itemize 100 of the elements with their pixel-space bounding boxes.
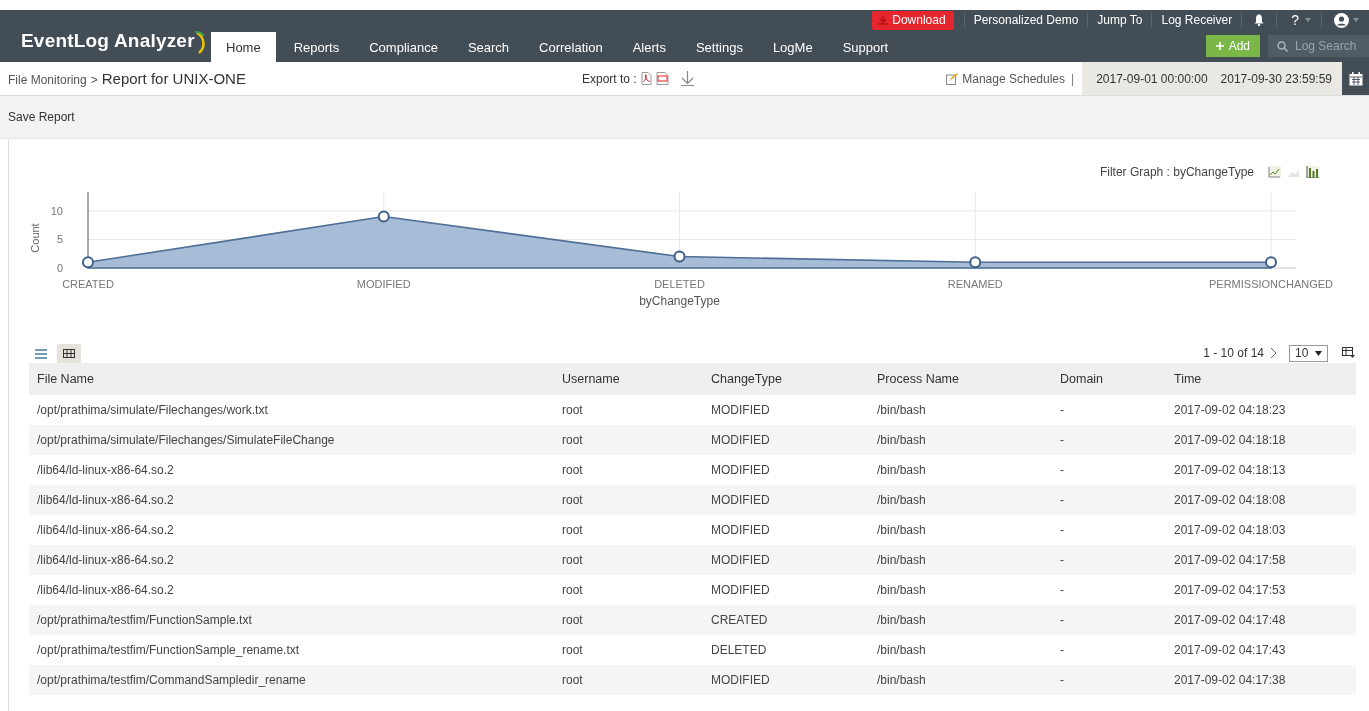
top-link[interactable]: Jump To — [1088, 13, 1152, 27]
table-cell: root — [554, 545, 703, 575]
pdf-icon[interactable] — [640, 72, 652, 85]
table-cell: /opt/prathima/testfim/CommandSampledir_rename — [29, 665, 554, 695]
table-cell: /bin/bash — [869, 575, 1052, 605]
table-cell: root — [554, 485, 703, 515]
table-cell: - — [1052, 515, 1166, 545]
edit-icon — [946, 72, 959, 85]
nav-tab[interactable]: LogMe — [757, 32, 828, 62]
filter-graph-label: Filter Graph : byChangeType — [1099, 165, 1254, 179]
table-cell: /bin/bash — [869, 395, 1052, 425]
calendar-icon[interactable] — [1348, 71, 1363, 86]
manage-schedules-link[interactable]: Manage Schedules — [946, 71, 1065, 86]
table-cell: 2017-09-02 04:18:03 — [1166, 515, 1356, 545]
table-cell: /bin/bash — [869, 665, 1052, 695]
top-link[interactable]: Personalized Demo — [964, 13, 1088, 27]
data-point[interactable] — [1265, 256, 1277, 269]
log-search-field[interactable]: Log Search — [1268, 35, 1369, 57]
caret-icon — [1353, 18, 1359, 22]
table-cell: 2017-09-02 04:17:48 — [1166, 605, 1356, 635]
pagination-label: 1 - 10 of 14 — [1203, 346, 1264, 360]
table-cell: root — [554, 605, 703, 635]
save-report-link[interactable]: Save Report — [8, 110, 75, 124]
table-cell: - — [1052, 605, 1166, 635]
table-cell: /bin/bash — [869, 605, 1052, 635]
nav-tab[interactable]: Home — [211, 32, 276, 62]
y-tick-label: 0 — [56, 262, 63, 274]
table-cell: - — [1052, 545, 1166, 575]
table-cell: /opt/prathima/testfim/FunctionSample_rename.txt — [29, 635, 554, 665]
table-cell: MODIFIED — [703, 395, 869, 425]
x-tick-label: MODIFIED — [356, 278, 411, 290]
date-range-field[interactable]: 2017-09-01 00:00:00 2017-09-30 23:59:59 — [1082, 62, 1342, 95]
column-header[interactable]: Username — [554, 363, 703, 395]
app-logo: EventLog Analyzer — [21, 30, 195, 52]
table-cell: /lib64/ld-linux-x86-64.so.2 — [29, 515, 554, 545]
help-menu[interactable]: ? — [1277, 12, 1305, 28]
column-header[interactable]: File Name — [29, 363, 554, 395]
nav-tab[interactable]: Compliance — [354, 32, 453, 62]
data-point[interactable] — [82, 256, 94, 269]
table-cell: - — [1052, 485, 1166, 515]
x-tick-label: RENAMED — [947, 278, 1003, 290]
table-cell: root — [554, 395, 703, 425]
nav-tab[interactable]: Alerts — [617, 32, 681, 62]
table-cell: DELETED — [703, 635, 869, 665]
table-cell: /lib64/ld-linux-x86-64.so.2 — [29, 455, 554, 485]
column-header[interactable]: ChangeType — [703, 363, 869, 395]
table-cell: /opt/prathima/simulate/Filechanges/SimulateFileChange — [29, 425, 554, 455]
download-icon — [878, 15, 889, 25]
csv-icon[interactable] — [655, 72, 669, 85]
user-icon[interactable] — [1334, 12, 1349, 28]
caret-icon — [1315, 350, 1322, 356]
table-cell: - — [1052, 455, 1166, 485]
table-cell: root — [554, 425, 703, 455]
table-cell: root — [554, 515, 703, 545]
download-icon[interactable] — [680, 71, 694, 86]
bell-icon[interactable] — [1254, 14, 1265, 26]
nav-tab[interactable]: Settings — [680, 32, 758, 62]
table-cell: 2017-09-02 04:18:08 — [1166, 485, 1356, 515]
grid-view-icon[interactable] — [57, 344, 81, 363]
table-cell: root — [554, 455, 703, 485]
x-tick-label: CREATED — [62, 278, 114, 290]
line-chart-icon[interactable] — [1268, 166, 1281, 178]
top-link[interactable]: Log Receiver — [1152, 13, 1242, 27]
table-cell: MODIFIED — [703, 665, 869, 695]
next-page-icon[interactable] — [1270, 347, 1277, 359]
x-tick-label: PERMISSIONCHANGED — [1208, 278, 1334, 290]
table-cell: - — [1052, 425, 1166, 455]
page-title: Report for UNIX-ONE — [101, 70, 246, 87]
nav-tab[interactable]: Correlation — [524, 32, 618, 62]
plus-icon — [1215, 42, 1224, 50]
table-cell: MODIFIED — [703, 575, 869, 605]
table-cell: root — [554, 635, 703, 665]
nav-tab[interactable]: Search — [452, 32, 525, 62]
column-header[interactable]: Domain — [1052, 363, 1166, 395]
column-header[interactable]: Process Name — [869, 363, 1052, 395]
data-point[interactable] — [673, 250, 686, 263]
separator: | — [1071, 71, 1075, 86]
table-cell: MODIFIED — [703, 515, 869, 545]
page-size-dropdown[interactable]: 10 — [1289, 344, 1328, 362]
table-cell: 2017-09-02 04:18:13 — [1166, 455, 1356, 485]
nav-tab[interactable]: Reports — [278, 32, 355, 62]
data-point[interactable] — [969, 256, 982, 269]
data-point[interactable] — [377, 210, 390, 223]
breadcrumb-link[interactable]: File Monitoring — [8, 73, 87, 87]
nav-tab[interactable]: Support — [827, 32, 904, 62]
x-tick-label: DELETED — [654, 278, 705, 290]
table-cell: - — [1052, 665, 1166, 695]
column-chooser-icon[interactable] — [1342, 347, 1355, 359]
bar-chart-icon[interactable] — [1306, 166, 1319, 178]
table-cell: MODIFIED — [703, 545, 869, 575]
table-cell: CREATED — [703, 605, 869, 635]
column-header[interactable]: Time — [1166, 363, 1356, 395]
table-cell: /bin/bash — [869, 545, 1052, 575]
table-cell: /bin/bash — [869, 455, 1052, 485]
export-label: Export to : — [582, 71, 637, 86]
table-cell: root — [554, 665, 703, 695]
download-button[interactable]: Download — [872, 10, 954, 30]
table-cell: 2017-09-02 04:17:38 — [1166, 665, 1356, 695]
table-cell: /lib64/ld-linux-x86-64.so.2 — [29, 575, 554, 605]
table-cell: MODIFIED — [703, 485, 869, 515]
